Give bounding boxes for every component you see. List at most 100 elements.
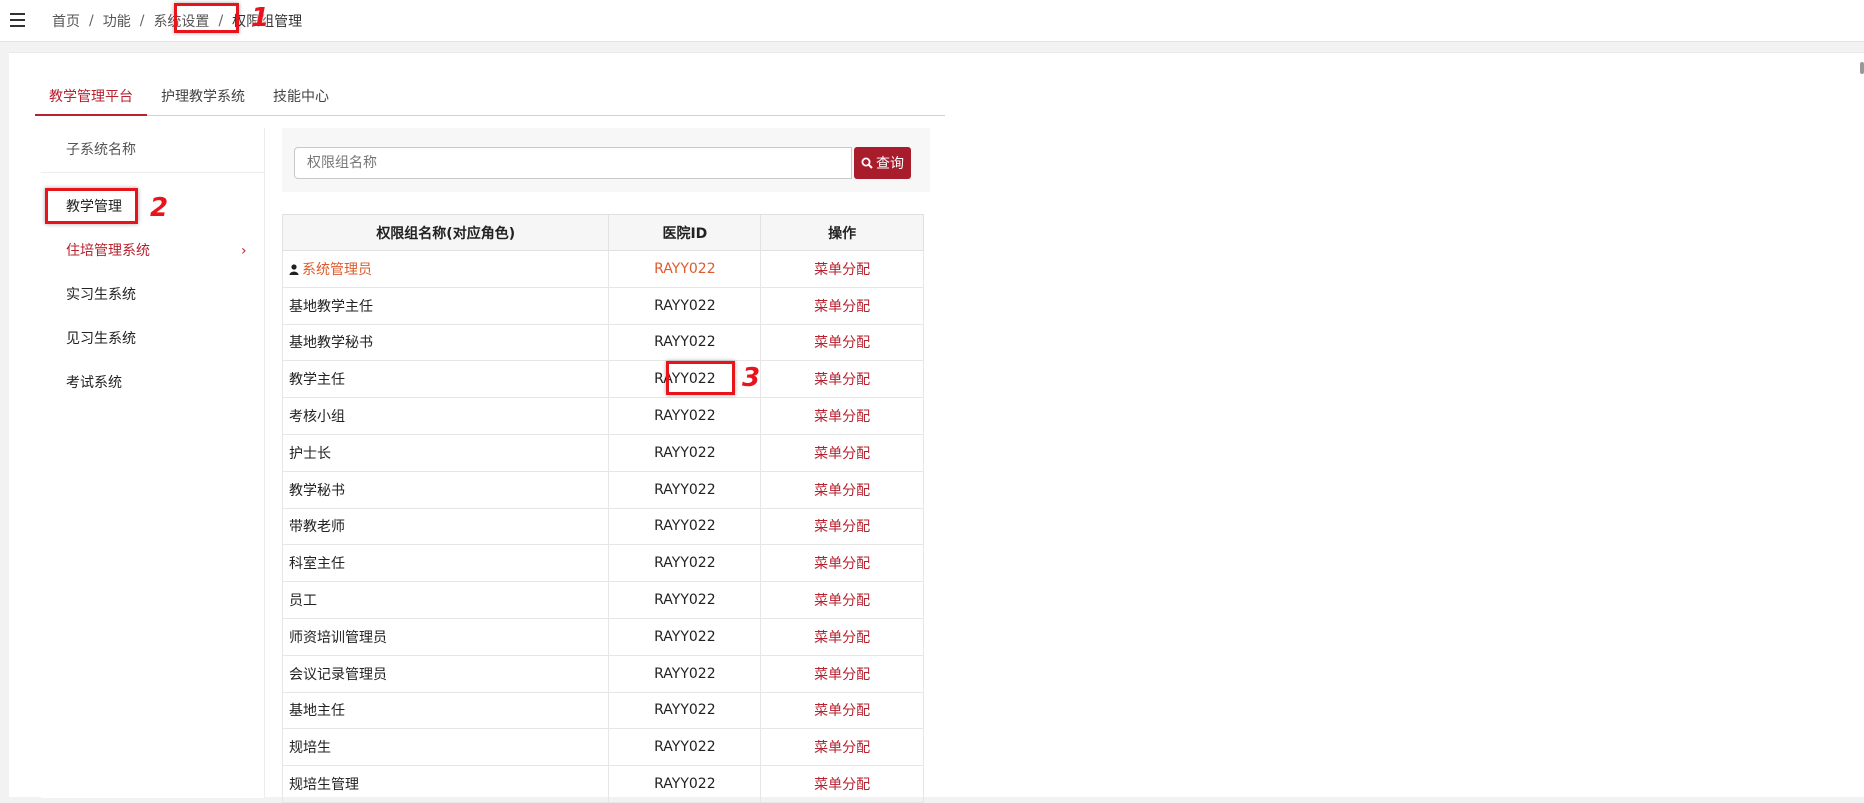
menu-assign-link[interactable]: 菜单分配: [814, 483, 870, 499]
sidebar-item-trainee[interactable]: 见习生系统: [41, 317, 264, 361]
menu-assign-link[interactable]: 菜单分配: [814, 593, 870, 609]
table-row: 规培生 RAYY022 菜单分配: [281, 728, 924, 767]
system-tabs: 教学管理平台 护理教学系统 技能中心: [35, 79, 945, 116]
cell-group-name: 教学秘书: [281, 470, 610, 509]
cell-group-name: 科室主任: [281, 544, 610, 583]
menu-assign-link[interactable]: 菜单分配: [814, 446, 870, 462]
tab-teaching-platform[interactable]: 教学管理平台: [35, 79, 147, 116]
content-panel: 教学管理平台 护理教学系统 技能中心 子系统名称 教学管理 住培管理系统 › 实习…: [9, 52, 1864, 803]
tab-nursing-teaching[interactable]: 护理教学系统: [147, 79, 259, 116]
menu-assign-link[interactable]: 菜单分配: [814, 262, 870, 278]
sidebar-item-label: 住培管理系统: [66, 243, 150, 259]
table-row: 护士长 RAYY022 菜单分配: [281, 433, 924, 472]
cell-group-name: 基地教学主任: [281, 286, 610, 325]
menu-assign-link[interactable]: 菜单分配: [814, 299, 870, 315]
cell-hospital-id: RAYY022: [608, 397, 762, 435]
breadcrumb-home[interactable]: 首页: [52, 11, 80, 31]
group-name: 规培生: [289, 740, 331, 757]
sidebar-item-exam[interactable]: 考试系统: [41, 361, 264, 405]
cell-action: 菜单分配: [760, 654, 924, 693]
menu-assign-link[interactable]: 菜单分配: [814, 667, 870, 683]
cell-group-name: 员工: [281, 581, 610, 619]
cell-group-name: 系统管理员: [281, 250, 610, 288]
cell-hospital-id: RAYY022: [608, 250, 762, 288]
search-bar: 查询: [282, 128, 930, 192]
cell-action: 菜单分配: [760, 728, 924, 767]
cell-action: 菜单分配: [760, 617, 924, 656]
table-row: 基地教学主任 RAYY022 菜单分配: [281, 286, 924, 325]
search-button[interactable]: 查询: [854, 147, 911, 179]
cell-group-name: 师资培训管理员: [281, 617, 610, 656]
cell-group-name: 基地教学秘书: [281, 323, 610, 362]
group-name: 会议记录管理员: [289, 666, 387, 683]
cell-hospital-id: RAYY022: [608, 691, 762, 730]
search-icon: [861, 157, 873, 169]
sidebar-item-intern[interactable]: 实习生系统: [41, 273, 264, 317]
table-header-row: 权限组名称(对应角色) 医院ID 操作: [281, 214, 924, 251]
group-name: 基地主任: [289, 703, 345, 720]
menu-assign-link[interactable]: 菜单分配: [814, 409, 870, 425]
search-button-label: 查询: [876, 156, 904, 172]
permission-group-table: 权限组名称(对应角色) 医院ID 操作 系统管理员 RAYY022 菜单分配 基地教学…: [281, 214, 924, 803]
cell-action: 菜单分配: [760, 433, 924, 472]
cell-group-name: 教学主任: [281, 360, 610, 399]
cell-group-name: 护士长: [281, 433, 610, 472]
column-header-hospital-id: 医院ID: [608, 214, 762, 251]
group-name: 员工: [289, 593, 317, 610]
cell-group-name: 基地主任: [281, 691, 610, 730]
breadcrumb-function[interactable]: 功能: [103, 11, 131, 31]
column-header-name: 权限组名称(对应角色): [281, 214, 610, 251]
menu-assign-link[interactable]: 菜单分配: [814, 630, 870, 646]
hamburger-menu-icon[interactable]: [10, 13, 25, 27]
cell-group-name: 考核小组: [281, 397, 610, 435]
group-name: 考核小组: [289, 409, 345, 426]
group-name: 教学秘书: [289, 482, 345, 499]
search-input[interactable]: [294, 147, 852, 179]
cell-hospital-id: RAYY022: [608, 617, 762, 656]
cell-hospital-id: RAYY022: [608, 544, 762, 583]
table-row: 师资培训管理员 RAYY022 菜单分配: [281, 617, 924, 656]
user-icon: [289, 264, 299, 275]
group-name: 带教老师: [289, 519, 345, 536]
menu-assign-link[interactable]: 菜单分配: [814, 519, 870, 535]
cell-hospital-id: RAYY022: [608, 360, 762, 399]
sidebar-item-residency[interactable]: 住培管理系统 ›: [41, 229, 264, 273]
scrollbar[interactable]: [1860, 62, 1864, 74]
cell-action: 菜单分配: [760, 507, 924, 546]
menu-assign-link[interactable]: 菜单分配: [814, 777, 870, 793]
cell-group-name: 会议记录管理员: [281, 654, 610, 693]
group-name: 师资培训管理员: [289, 629, 387, 646]
table-row: 系统管理员 RAYY022 菜单分配: [281, 250, 924, 288]
breadcrumb-separator: /: [139, 13, 145, 29]
group-name[interactable]: 系统管理员: [302, 262, 372, 278]
table-row: 基地主任 RAYY022 菜单分配: [281, 691, 924, 730]
group-name: 规培生管理: [289, 777, 359, 794]
sidebar-item-label: 考试系统: [66, 375, 122, 391]
annotation-number: 2: [150, 193, 169, 223]
cell-group-name: 带教老师: [281, 507, 610, 546]
group-name: 基地教学主任: [289, 298, 373, 315]
tab-skill-center[interactable]: 技能中心: [259, 79, 343, 116]
menu-assign-link[interactable]: 菜单分配: [814, 556, 870, 572]
cell-hospital-id: RAYY022: [608, 286, 762, 325]
cell-hospital-id: RAYY022: [608, 507, 762, 546]
group-name: 基地教学秘书: [289, 335, 373, 352]
menu-assign-link[interactable]: 菜单分配: [814, 372, 870, 388]
menu-assign-link[interactable]: 菜单分配: [814, 335, 870, 351]
group-name: 护士长: [289, 445, 331, 462]
table-row: 科室主任 RAYY022 菜单分配: [281, 544, 924, 583]
group-name: 教学主任: [289, 372, 345, 389]
menu-assign-link[interactable]: 菜单分配: [814, 703, 870, 719]
breadcrumb-system-settings[interactable]: 系统设置: [153, 11, 209, 31]
sidebar-item-label: 见习生系统: [66, 331, 136, 347]
annotation-number: 1: [251, 3, 270, 33]
cell-action: 菜单分配: [760, 691, 924, 730]
cell-action: 菜单分配: [760, 470, 924, 509]
cell-hospital-id: RAYY022: [608, 654, 762, 693]
menu-assign-link[interactable]: 菜单分配: [814, 740, 870, 756]
cell-hospital-id: RAYY022: [608, 323, 762, 362]
main-content: 查询 权限组名称(对应角色) 医院ID 操作 系统管理员RAYY022菜单分配基…: [281, 128, 930, 803]
table-row: 考核小组 RAYY022 菜单分配: [281, 397, 924, 435]
cell-hospital-id: RAYY022: [608, 581, 762, 619]
sidebar-header: 子系统名称: [41, 128, 264, 173]
